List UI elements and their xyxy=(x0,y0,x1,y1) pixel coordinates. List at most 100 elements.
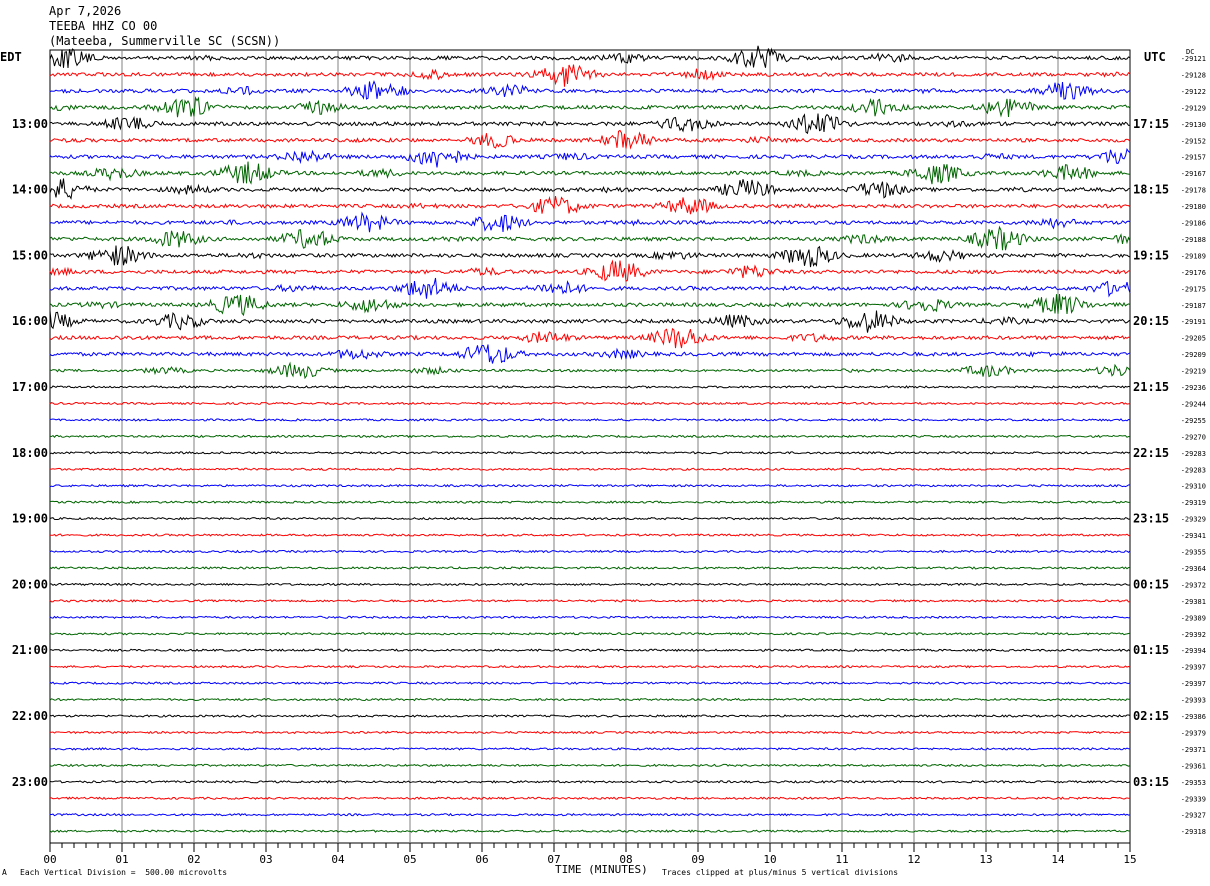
x-tick-label: 15 xyxy=(1123,853,1136,866)
dc-offset-label: -29394 xyxy=(1181,647,1206,655)
hour-label-left: 16:00 xyxy=(12,314,48,328)
seismic-trace xyxy=(49,147,1131,168)
seismic-trace xyxy=(49,714,1131,718)
seismic-trace xyxy=(49,277,1131,299)
seismic-trace xyxy=(49,293,1131,317)
dc-offset-label: -29386 xyxy=(1181,713,1206,721)
hour-label-left: 19:00 xyxy=(12,512,48,526)
seismic-trace xyxy=(50,796,1131,800)
dc-header-label: DC xyxy=(1186,48,1194,56)
dc-offset-label: -29371 xyxy=(1181,746,1206,754)
seismic-trace xyxy=(49,80,1131,100)
seismic-trace xyxy=(49,582,1131,587)
seismic-trace xyxy=(49,829,1131,833)
hour-label-right: 23:15 xyxy=(1133,512,1169,526)
x-tick-label: 04 xyxy=(331,853,345,866)
x-tick-label: 13 xyxy=(979,853,992,866)
hour-label-right: 22:15 xyxy=(1133,446,1169,460)
seismic-trace xyxy=(49,259,1131,283)
corner-mark: A xyxy=(2,868,7,877)
seismic-trace xyxy=(50,385,1131,389)
seismic-trace xyxy=(49,401,1131,406)
seismic-trace xyxy=(50,467,1131,471)
seismic-trace xyxy=(49,779,1131,784)
dc-offset-label: -29180 xyxy=(1181,203,1206,211)
hour-label-right: 17:15 xyxy=(1133,117,1169,131)
hour-label-left: 23:00 xyxy=(12,775,48,789)
dc-offset-label: -29121 xyxy=(1181,55,1206,63)
hour-label-left: 21:00 xyxy=(12,643,48,657)
hour-label-left: 20:00 xyxy=(12,577,48,591)
hour-label-left: 18:00 xyxy=(12,446,48,460)
dc-offset-label: -29379 xyxy=(1181,729,1206,737)
dc-offset-label: -29157 xyxy=(1181,154,1206,162)
seismic-trace xyxy=(49,566,1131,570)
x-tick-label: 05 xyxy=(403,853,416,866)
dc-offset-label: -29128 xyxy=(1181,71,1206,79)
seismic-trace xyxy=(49,344,1131,364)
seismic-trace xyxy=(49,451,1131,455)
x-tick-label: 10 xyxy=(763,853,776,866)
dc-offset-label: -29283 xyxy=(1181,466,1206,474)
seismic-trace xyxy=(49,45,1131,69)
dc-offset-label: -29178 xyxy=(1181,187,1206,195)
dc-offset-label: -29175 xyxy=(1181,285,1206,293)
hour-label-left: 15:00 xyxy=(12,248,48,262)
seismic-trace xyxy=(49,549,1131,554)
helicorder-plot: 00 01 02 03 04 05 06 07 08 09 10 11 12 13 14 15-29121-2… xyxy=(12,45,1206,866)
dc-offset-label: -29205 xyxy=(1181,335,1206,343)
dc-offset-label: -29397 xyxy=(1181,664,1206,672)
seismic-trace xyxy=(49,361,1131,380)
dc-offset-label: -29187 xyxy=(1181,302,1206,310)
seismic-trace xyxy=(49,516,1131,521)
dc-offset-label: -29270 xyxy=(1181,433,1206,441)
hour-label-left: 13:00 xyxy=(12,117,48,131)
seismic-trace xyxy=(49,161,1131,185)
x-tick-label: 00 xyxy=(43,853,56,866)
dc-offset-label: -29329 xyxy=(1181,516,1206,524)
seismic-trace xyxy=(49,327,1131,349)
seismic-trace xyxy=(49,418,1131,422)
dc-offset-label: -29255 xyxy=(1181,417,1206,425)
hour-label-left: 14:00 xyxy=(12,183,48,197)
seismic-trace xyxy=(49,664,1131,669)
dc-offset-label: -29122 xyxy=(1181,88,1206,96)
x-tick-label: 06 xyxy=(475,853,488,866)
dc-offset-label: -29130 xyxy=(1181,121,1206,129)
dc-offset-label: -29361 xyxy=(1181,762,1206,770)
seismic-trace xyxy=(49,730,1131,735)
seismic-trace xyxy=(49,615,1131,620)
dc-offset-label: -29310 xyxy=(1181,483,1206,491)
seismic-trace xyxy=(49,225,1131,251)
dc-offset-label: -29355 xyxy=(1181,549,1206,557)
x-tick-label: 01 xyxy=(115,853,128,866)
seismic-trace xyxy=(49,178,1131,200)
x-tick-label: 14 xyxy=(1051,853,1065,866)
seismic-trace xyxy=(49,500,1130,504)
dc-offset-label: -29244 xyxy=(1181,400,1206,408)
hour-label-right: 18:15 xyxy=(1133,183,1169,197)
seismic-trace xyxy=(50,648,1131,652)
x-tick-label: 09 xyxy=(691,853,704,866)
hour-label-left: 22:00 xyxy=(12,709,48,723)
dc-offset-label: -29397 xyxy=(1181,680,1206,688)
dc-offset-label: -29219 xyxy=(1181,368,1206,376)
seismic-trace xyxy=(49,96,1131,118)
x-tick-label: 12 xyxy=(907,853,920,866)
dc-offset-label: -29393 xyxy=(1181,697,1206,705)
dc-offset-label: -29283 xyxy=(1181,450,1206,458)
hour-label-right: 21:15 xyxy=(1133,380,1169,394)
seismic-trace xyxy=(50,812,1131,817)
dc-offset-label: -29191 xyxy=(1181,318,1206,326)
dc-offset-label: -29188 xyxy=(1181,236,1206,244)
hour-label-left: 17:00 xyxy=(12,380,48,394)
seismic-trace xyxy=(49,599,1131,603)
dc-offset-label: -29372 xyxy=(1181,581,1206,589)
seismic-trace xyxy=(49,310,1131,333)
seismic-trace xyxy=(49,129,1131,150)
plot-frame xyxy=(49,49,1131,844)
seismic-trace xyxy=(49,681,1131,685)
dc-offset-label: -29152 xyxy=(1181,137,1206,145)
hour-label-right: 01:15 xyxy=(1133,643,1169,657)
seismic-trace xyxy=(49,697,1130,702)
